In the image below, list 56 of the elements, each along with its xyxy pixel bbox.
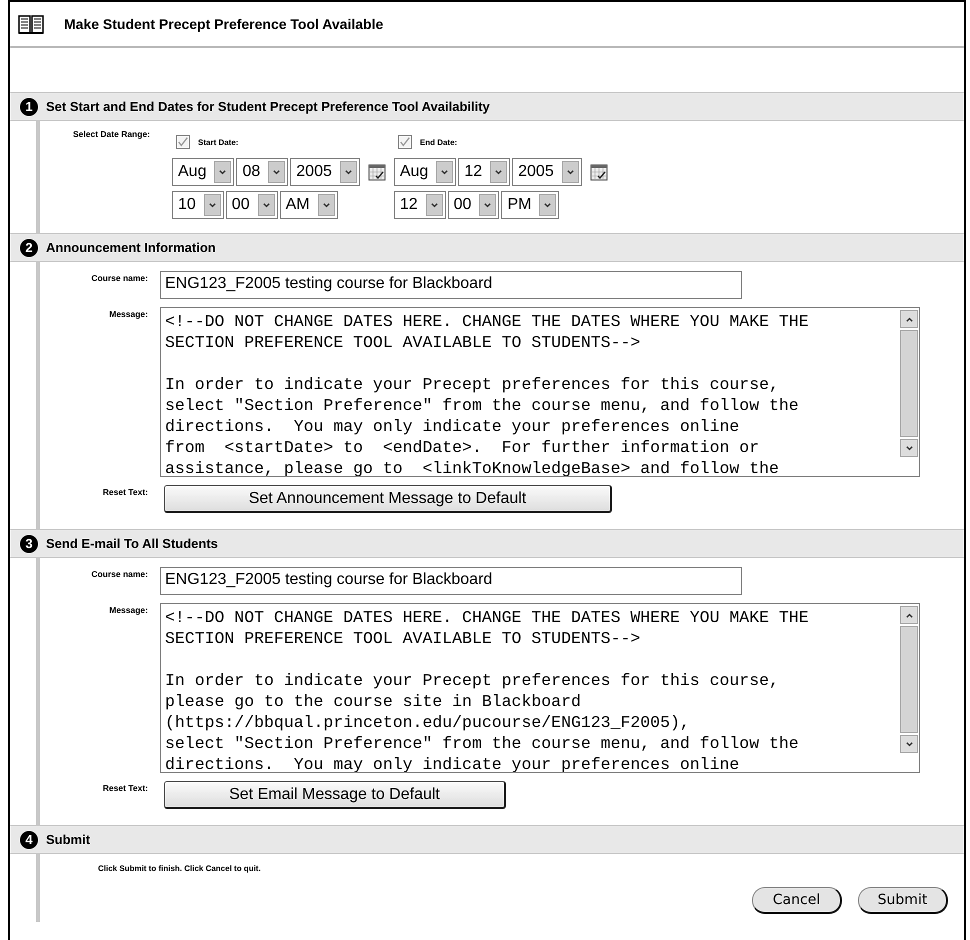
course-name-field[interactable]: ENG123_F2005 testing course for Blackboard — [160, 271, 742, 299]
dropdown[interactable]: 12 — [394, 191, 446, 219]
chevron-down-icon — [344, 168, 353, 176]
field-label: Select Date Range: — [72, 128, 151, 141]
field-label: Message: — [108, 308, 149, 319]
chevron-down-icon — [566, 168, 575, 176]
field-label: Course name: — [90, 272, 149, 283]
dropdown[interactable]: 08 — [236, 158, 288, 186]
chevron-down-icon — [322, 200, 331, 210]
step-number: 4 — [20, 830, 38, 848]
dropdown[interactable]: 2005 — [512, 158, 582, 186]
dropdown[interactable]: 10 — [172, 191, 224, 219]
chevron-down-icon — [543, 200, 552, 210]
chevron-down-icon — [262, 200, 271, 210]
form-button[interactable]: Cancel — [752, 887, 842, 914]
chevron-down-icon — [208, 200, 217, 210]
dropdown[interactable]: 00 — [448, 191, 500, 219]
field-label: Message: — [108, 604, 149, 615]
chevron-down-icon — [440, 168, 450, 176]
step-number: 1 — [20, 98, 38, 116]
instruction-text: Click Submit to finish. Click Cancel to quit. — [97, 863, 262, 873]
dropdown[interactable]: 2005 — [290, 158, 360, 186]
chevron-down-icon[interactable] — [904, 740, 914, 748]
form-button[interactable]: Submit — [858, 887, 948, 914]
checkbox-label: End Date: — [420, 138, 458, 146]
chevron-down-icon — [430, 200, 439, 210]
chevron-down-icon — [483, 200, 492, 210]
calendar-icon[interactable] — [368, 163, 386, 181]
step-number: 3 — [20, 534, 38, 552]
field-label: Reset Text: — [102, 486, 149, 497]
chevron-down-icon — [272, 168, 282, 176]
chevron-down-icon — [494, 168, 504, 176]
dropdown[interactable]: PM — [501, 191, 560, 219]
book-icon — [18, 13, 44, 35]
section-title: Submit — [46, 832, 90, 847]
chevron-down-icon[interactable] — [904, 444, 914, 452]
checkbox-label: Start Date: — [198, 138, 238, 146]
section-title: Announcement Information — [46, 240, 216, 255]
field-label: Course name: — [90, 568, 149, 579]
dropdown[interactable]: 12 — [458, 158, 510, 186]
section-title: Send E-mail To All Students — [46, 536, 218, 551]
reset-button[interactable]: Set Email Message to Default — [164, 781, 506, 809]
calendar-icon[interactable] — [590, 163, 608, 181]
chevron-down-icon — [218, 168, 228, 176]
reset-button[interactable]: Set Announcement Message to Default — [164, 485, 612, 513]
dropdown[interactable]: Aug — [172, 158, 234, 186]
step-number: 2 — [20, 238, 38, 256]
course-name-field[interactable]: ENG123_F2005 testing course for Blackboard — [160, 567, 742, 595]
dropdown[interactable]: Aug — [394, 158, 456, 186]
dropdown[interactable]: AM — [280, 191, 338, 219]
checkbox[interactable] — [176, 135, 190, 149]
window-title: Make Student Precept Preference Tool Available — [64, 16, 384, 32]
checkbox[interactable] — [398, 135, 412, 149]
dropdown[interactable]: 00 — [226, 191, 278, 219]
field-label: Reset Text: — [102, 782, 149, 793]
section-title: Set Start and End Dates for Student Precept Preference Tool Availability — [46, 99, 490, 114]
